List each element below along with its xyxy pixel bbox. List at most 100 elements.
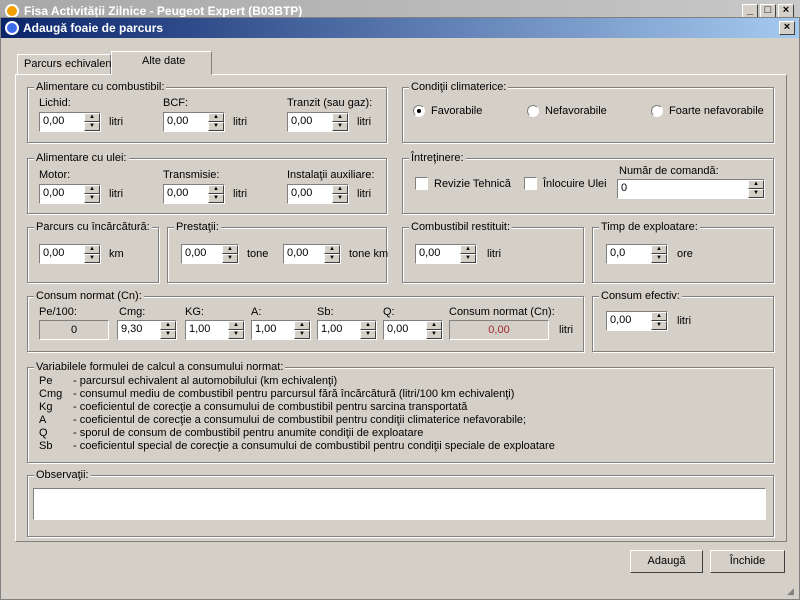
radio-favorabile-label[interactable]: Favorabile [431,105,482,117]
lichid-stepper[interactable]: 0,00 ▲ ▼ [39,112,101,132]
minimize-icon[interactable]: _ [742,4,758,18]
parcurs-incarcatura-stepper[interactable]: 0,00 ▲ ▼ [39,244,101,264]
spin-up-icon[interactable]: ▲ [651,312,667,321]
a-stepper[interactable]: 1,00 ▲ ▼ [251,320,311,340]
prestatii-tone-stepper[interactable]: 0,00 ▲ ▼ [181,244,239,264]
close-icon[interactable]: × [778,4,794,18]
spin-down-icon[interactable]: ▼ [324,254,340,263]
spin-down-icon[interactable]: ▼ [294,330,310,339]
timp-exploatare-value[interactable]: 0,0 [607,245,651,263]
radio-foarte-nefavorabile[interactable] [651,105,663,117]
sb-stepper[interactable]: 1,00 ▲ ▼ [317,320,377,340]
prestatii-tonekm-stepper[interactable]: 0,00 ▲ ▼ [283,244,341,264]
revizie-checkbox[interactable] [415,177,428,190]
prestatii-tone-value[interactable]: 0,00 [182,245,222,263]
timp-exploatare-stepper[interactable]: 0,0 ▲ ▼ [606,244,668,264]
transmisie-stepper[interactable]: 0,00 ▲ ▼ [163,184,225,204]
motor-stepper[interactable]: 0,00 ▲ ▼ [39,184,101,204]
spin-down-icon[interactable]: ▼ [460,254,476,263]
instalatii-stepper[interactable]: 0,00 ▲ ▼ [287,184,349,204]
comanda-value[interactable]: 0 [618,180,748,198]
observatii-input[interactable] [33,488,766,520]
combustibil-restituit-value[interactable]: 0,00 [416,245,460,263]
radio-favorabile[interactable] [413,105,425,117]
sb-value[interactable]: 1,00 [318,321,360,339]
q-value[interactable]: 0,00 [384,321,426,339]
list-item: Sb - coeficientul special de corecţie a c… [39,440,759,453]
consum-efectiv-value[interactable]: 0,00 [607,312,651,330]
revizie-label[interactable]: Revizie Tehnică [434,178,511,190]
spin-up-icon[interactable]: ▲ [84,245,100,254]
spin-down-icon[interactable]: ▼ [426,330,442,339]
spin-up-icon[interactable]: ▲ [84,113,100,122]
spin-down-icon[interactable]: ▼ [228,330,244,339]
parcurs-incarcatura-value[interactable]: 0,00 [40,245,84,263]
group-consum-normat-title: Consum normat (Cn): [34,290,144,302]
comanda-stepper[interactable]: 0 ▲ ▼ [617,179,765,199]
spin-up-icon[interactable]: ▲ [332,113,348,122]
spin-up-icon[interactable]: ▲ [324,245,340,254]
a-value[interactable]: 1,00 [252,321,294,339]
spin-down-icon[interactable]: ▼ [84,122,100,131]
lichid-value[interactable]: 0,00 [40,113,84,131]
close-button[interactable]: Închide [710,550,785,573]
transmisie-value[interactable]: 0,00 [164,185,208,203]
group-ulei-title: Alimentare cu ulei: [34,152,129,164]
tranzit-stepper[interactable]: 0,00 ▲ ▼ [287,112,349,132]
bcf-stepper[interactable]: 0,00 ▲ ▼ [163,112,225,132]
spin-up-icon[interactable]: ▲ [460,245,476,254]
spin-down-icon[interactable]: ▼ [332,194,348,203]
spin-up-icon[interactable]: ▲ [208,113,224,122]
maximize-icon[interactable]: □ [760,4,776,18]
spin-up-icon[interactable]: ▲ [222,245,238,254]
spin-up-icon[interactable]: ▲ [84,185,100,194]
spin-up-icon[interactable]: ▲ [160,321,176,330]
prestatii-tonekm-unit: tone km [349,248,389,260]
spin-down-icon[interactable]: ▼ [208,122,224,131]
kg-stepper[interactable]: 1,00 ▲ ▼ [185,320,245,340]
spin-down-icon[interactable]: ▼ [332,122,348,131]
instalatii-value[interactable]: 0,00 [288,185,332,203]
spin-down-icon[interactable]: ▼ [84,194,100,203]
radio-foarte-nefavorabile-label[interactable]: Foarte nefavorabile [669,105,764,117]
spin-down-icon[interactable]: ▼ [160,330,176,339]
tab-alte-date[interactable]: Alte date [111,51,212,75]
motor-value[interactable]: 0,00 [40,185,84,203]
spin-up-icon[interactable]: ▲ [332,185,348,194]
spin-down-icon[interactable]: ▼ [208,194,224,203]
variabile-desc: - coeficientul special de corecţie a con… [73,440,555,452]
q-stepper[interactable]: 0,00 ▲ ▼ [383,320,443,340]
spin-up-icon[interactable]: ▲ [748,180,764,189]
q-label: Q: [383,306,395,318]
bcf-value[interactable]: 0,00 [164,113,208,131]
tab-parcurs-echivalent[interactable]: Parcurs echivalent [17,54,115,75]
resize-grip-icon[interactable]: ◢ [787,586,794,597]
radio-nefavorabile-label[interactable]: Nefavorabile [545,105,607,117]
cn-label: Consum normat (Cn): [449,306,555,318]
dialog-close-icon[interactable]: × [779,21,795,35]
radio-nefavorabile[interactable] [527,105,539,117]
consum-efectiv-stepper[interactable]: 0,00 ▲ ▼ [606,311,668,331]
inlocuire-checkbox[interactable] [524,177,537,190]
spin-down-icon[interactable]: ▼ [84,254,100,263]
spin-down-icon[interactable]: ▼ [360,330,376,339]
combustibil-restituit-stepper[interactable]: 0,00 ▲ ▼ [415,244,477,264]
cmg-stepper[interactable]: 9,30 ▲ ▼ [117,320,177,340]
cmg-value[interactable]: 9,30 [118,321,160,339]
inlocuire-label[interactable]: Înlocuire Ulei [543,178,607,190]
spin-up-icon[interactable]: ▲ [228,321,244,330]
tranzit-label: Tranzit (sau gaz): [287,97,373,109]
spin-up-icon[interactable]: ▲ [294,321,310,330]
spin-down-icon[interactable]: ▼ [748,189,764,198]
spin-down-icon[interactable]: ▼ [651,254,667,263]
spin-up-icon[interactable]: ▲ [651,245,667,254]
kg-value[interactable]: 1,00 [186,321,228,339]
spin-up-icon[interactable]: ▲ [360,321,376,330]
spin-up-icon[interactable]: ▲ [426,321,442,330]
tranzit-value[interactable]: 0,00 [288,113,332,131]
spin-up-icon[interactable]: ▲ [208,185,224,194]
prestatii-tonekm-value[interactable]: 0,00 [284,245,324,263]
spin-down-icon[interactable]: ▼ [651,321,667,330]
add-button[interactable]: Adaugă [630,550,703,573]
spin-down-icon[interactable]: ▼ [222,254,238,263]
